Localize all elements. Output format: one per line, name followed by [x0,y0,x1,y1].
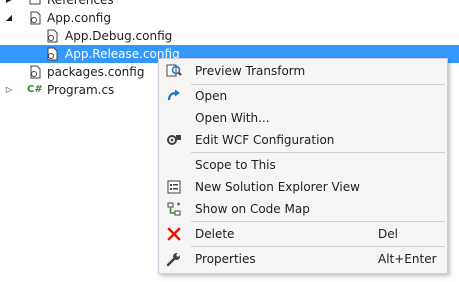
tree-item-app-config[interactable]: ◢ App.config [0,9,459,27]
config-file-icon [45,29,59,43]
csharp-file-icon: C# [27,84,43,95]
wrench-icon [166,251,182,267]
menu-separator [191,221,445,222]
menu-item-new-solution-explorer-view[interactable]: New Solution Explorer View [160,176,446,198]
collapse-arrow-icon[interactable]: ◢ [4,9,14,27]
menu-item-label: Delete [195,227,235,241]
menu-separator [191,246,445,247]
config-file-icon [28,65,42,79]
menu-item-properties[interactable]: Properties Alt+Enter [160,248,446,270]
menu-item-label: Scope to This [195,158,276,172]
tree-item-label: Program.cs [47,83,115,97]
menu-item-shortcut: Del [378,227,398,241]
menu-item-label: Open [195,89,228,103]
menu-item-delete[interactable]: Delete Del [160,223,446,245]
context-menu: Preview Transform Open Open With... Edit… [158,58,448,274]
references-icon [28,0,42,7]
menu-item-label: Properties [195,252,256,266]
menu-item-scope-to-this[interactable]: Scope to This [160,154,446,176]
config-file-icon [28,11,42,25]
menu-item-show-on-code-map[interactable]: Show on Code Map [160,198,446,220]
menu-item-label: Edit WCF Configuration [195,133,335,147]
expand-arrow-icon[interactable]: ▶ [4,0,14,9]
tree-item-label: References [47,0,114,7]
tree-item-label: App.Debug.config [65,29,173,43]
menu-item-label: New Solution Explorer View [195,180,360,194]
open-arrow-icon [166,88,182,104]
menu-item-edit-wcf-configuration[interactable]: Edit WCF Configuration [160,129,446,151]
config-file-icon [45,47,59,61]
tree-item-label: App.config [47,11,111,25]
solution-explorer-view-icon [166,179,182,195]
wcf-config-icon [166,132,182,148]
menu-item-label: Show on Code Map [195,202,310,216]
menu-item-open[interactable]: Open [160,85,446,107]
tree-item-label: packages.config [47,65,145,79]
delete-x-icon [166,226,182,242]
menu-item-label: Preview Transform [195,64,306,78]
menu-item-shortcut: Alt+Enter [378,252,437,266]
tree-item-references[interactable]: ▶ References [0,0,459,9]
menu-separator [191,152,445,153]
menu-item-open-with[interactable]: Open With... [160,107,446,129]
menu-item-preview-transform[interactable]: Preview Transform [160,60,446,82]
tree-item-app-debug-config[interactable]: App.Debug.config [0,27,459,45]
code-map-icon [166,201,182,217]
menu-item-label: Open With... [195,111,270,125]
expand-arrow-icon[interactable]: ▷ [4,81,14,99]
preview-transform-icon [166,63,182,79]
